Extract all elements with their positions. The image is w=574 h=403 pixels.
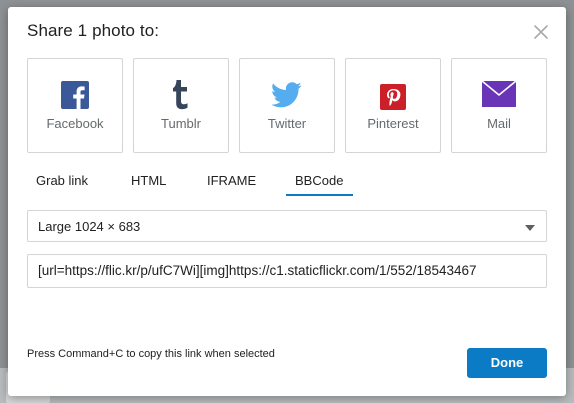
share-mail-button[interactable]: Mail: [451, 58, 547, 153]
facebook-icon: [28, 80, 122, 110]
tab-iframe[interactable]: IFRAME: [198, 173, 265, 194]
share-tumblr-label: Tumblr: [161, 116, 201, 131]
share-facebook-button[interactable]: Facebook: [27, 58, 123, 153]
tab-html[interactable]: HTML: [122, 173, 175, 194]
chevron-down-icon: [525, 225, 535, 231]
share-link-field[interactable]: [url=https://flic.kr/p/ufC7Wi][img]https…: [27, 254, 547, 288]
done-button[interactable]: Done: [467, 348, 547, 378]
share-pinterest-label: Pinterest: [367, 116, 419, 131]
tab-grab-link[interactable]: Grab link: [27, 173, 97, 194]
tumblr-icon: [134, 80, 228, 110]
share-dialog: Share 1 photo to: Facebook Tumblr Twitte…: [8, 7, 566, 396]
share-twitter-label: Twitter: [267, 116, 307, 131]
close-icon[interactable]: [532, 23, 550, 41]
copy-hint: Press Command+C to copy this link when s…: [27, 348, 275, 360]
twitter-icon: [240, 80, 334, 110]
share-twitter-button[interactable]: Twitter: [239, 58, 335, 153]
mail-icon: [452, 79, 546, 109]
share-mail-label: Mail: [487, 116, 511, 131]
size-select-value: Large 1024 × 683: [38, 219, 141, 234]
dialog-title: Share 1 photo to:: [27, 21, 160, 40]
share-facebook-label: Facebook: [46, 116, 104, 131]
pinterest-icon: [346, 82, 440, 112]
share-tumblr-button[interactable]: Tumblr: [133, 58, 229, 153]
tab-bbcode[interactable]: BBCode: [286, 173, 354, 196]
share-pinterest-button[interactable]: Pinterest: [345, 58, 441, 153]
size-select[interactable]: Large 1024 × 683: [27, 210, 547, 242]
